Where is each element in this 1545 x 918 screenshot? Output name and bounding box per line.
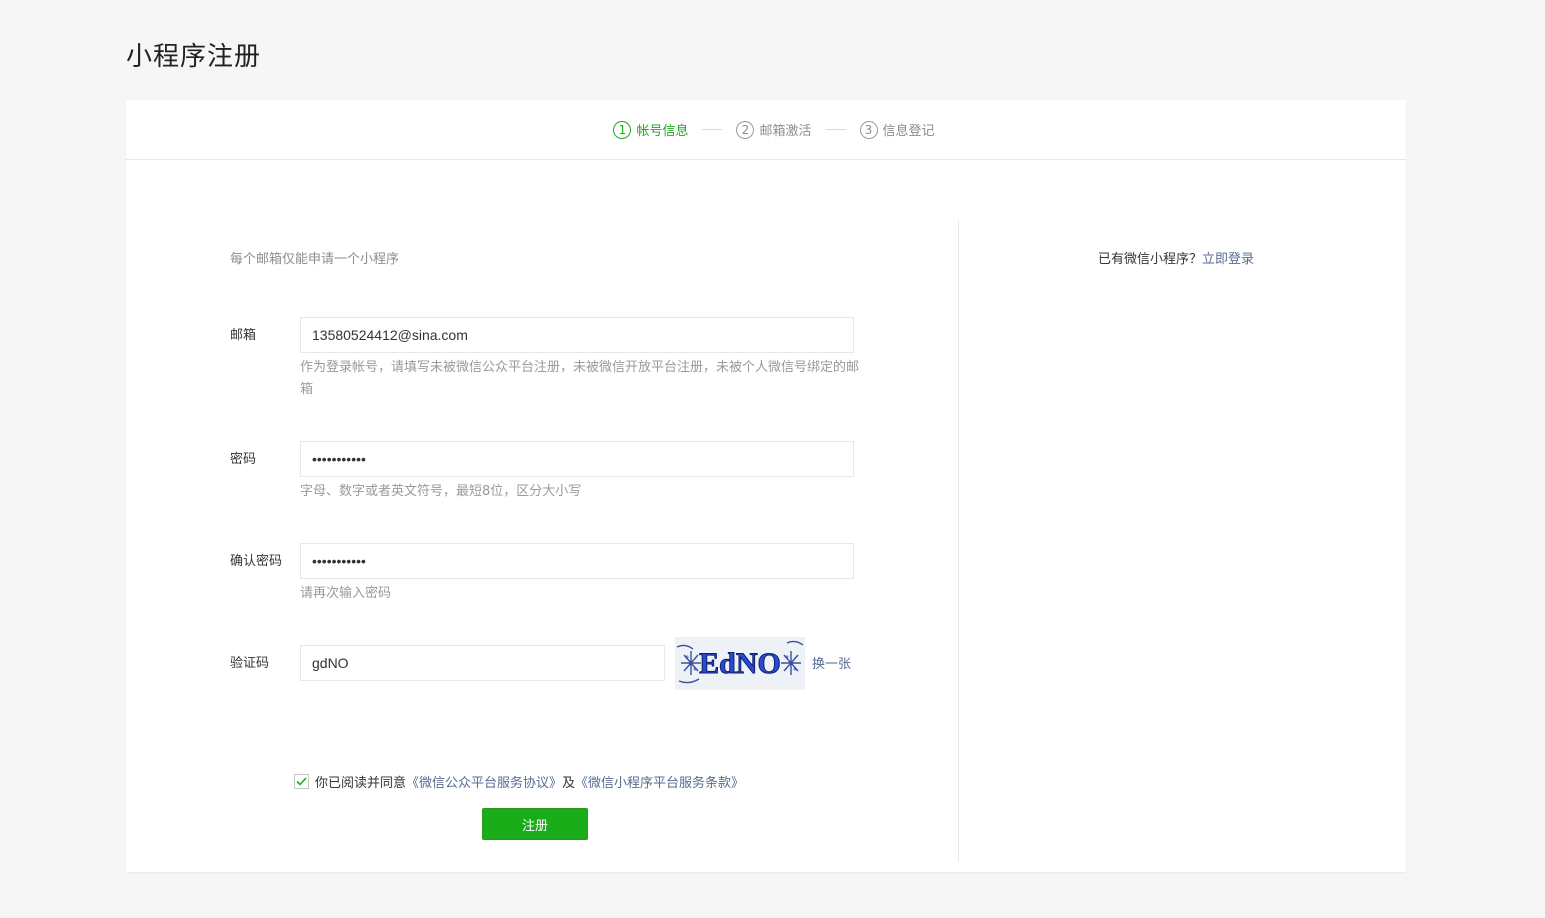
check-icon	[296, 777, 307, 786]
confirm-password-hint: 请再次输入密码	[300, 586, 392, 601]
step-label: 帐号信息	[636, 124, 689, 139]
step-connector	[825, 129, 846, 130]
email-hint: 作为登录帐号，请填写未被微信公众平台注册，未被微信开放平台注册，未被个人微信号绑…	[300, 360, 860, 397]
email-input[interactable]	[300, 317, 854, 353]
captcha-input[interactable]	[300, 645, 665, 681]
agreement-mid: 及	[562, 776, 576, 791]
password-hint: 字母、数字或者英文符号，最短8位，区分大小写	[300, 484, 582, 499]
step-label: 信息登记	[882, 124, 935, 139]
step-number: 3	[859, 120, 878, 139]
step-connector	[702, 129, 723, 130]
confirm-password-input[interactable]	[300, 543, 854, 579]
agreement-checkbox[interactable]	[294, 774, 309, 789]
password-label: 密码	[230, 452, 257, 467]
side-login: 已有微信小程序？立即登录	[1098, 248, 1254, 267]
miniprogram-terms-link[interactable]: 《微信小程序平台服务条款》	[575, 772, 744, 791]
confirm-password-label: 确认密码	[230, 554, 283, 569]
swap-captcha-link[interactable]: 换一张	[812, 653, 851, 672]
agreement-prefix: 你已阅读并同意	[315, 776, 407, 791]
form-intro: 每个邮箱仅能申请一个小程序	[230, 252, 400, 267]
email-label: 邮箱	[230, 328, 257, 343]
register-card: 1 帐号信息 2 邮箱激活 3 信息登记 每个邮箱仅能申请一个小程序 邮箱 作为…	[126, 100, 1406, 872]
side-question: 已有微信小程序？	[1098, 252, 1203, 267]
password-input[interactable]	[300, 441, 854, 477]
step-indicator: 1 帐号信息 2 邮箱激活 3 信息登记	[126, 100, 1406, 160]
captcha-text: EdNO	[699, 647, 781, 680]
step-number: 2	[736, 120, 755, 139]
service-agreement-link[interactable]: 《微信公众平台服务协议》	[406, 772, 562, 791]
login-link[interactable]: 立即登录	[1202, 252, 1254, 267]
step-label: 邮箱激活	[759, 124, 812, 139]
step-account-info: 1 帐号信息	[613, 120, 688, 139]
page-title: 小程序注册	[126, 42, 262, 72]
captcha-graphic: EdNO	[675, 637, 805, 690]
step-email-activation: 2 邮箱激活	[736, 120, 812, 139]
step-number: 1	[613, 120, 632, 139]
register-button[interactable]: 注册	[482, 808, 588, 840]
step-info-registration: 3 信息登记	[859, 120, 935, 139]
captcha-label: 验证码	[230, 656, 270, 671]
captcha-image[interactable]: EdNO	[675, 637, 805, 690]
agreement-row: 你已阅读并同意 《微信公众平台服务协议》 及 《微信小程序平台服务条款》	[294, 772, 744, 791]
column-divider	[958, 220, 959, 862]
